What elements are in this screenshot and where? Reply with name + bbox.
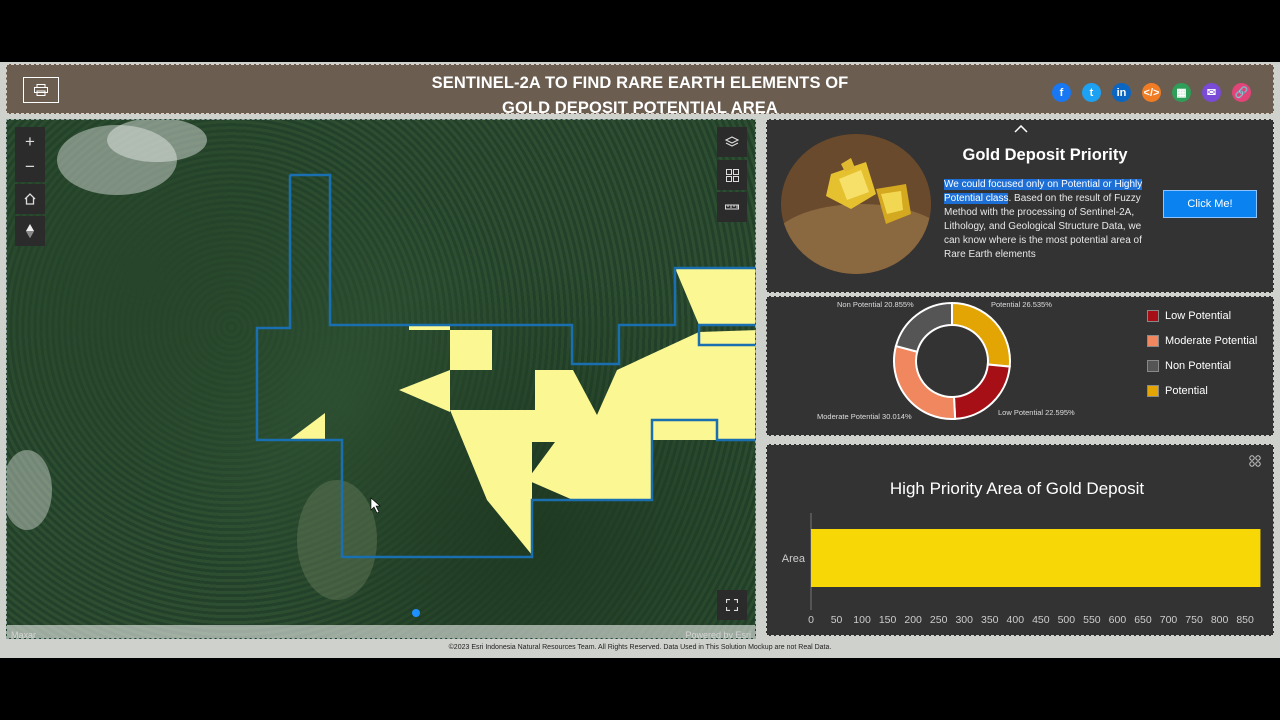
compass-button[interactable] — [15, 216, 45, 246]
facebook-icon[interactable]: f — [1052, 83, 1071, 102]
mouse-cursor — [370, 497, 381, 514]
legend-item[interactable]: Moderate Potential — [1147, 335, 1257, 347]
legend-swatch — [1147, 310, 1159, 322]
x-tick-label: 550 — [1083, 614, 1101, 626]
x-tick-label: 700 — [1160, 614, 1178, 626]
priority-title: Gold Deposit Priority — [962, 146, 1128, 164]
email-icon[interactable]: ✉ — [1202, 83, 1221, 102]
donut-slice-potential[interactable] — [951, 301, 1011, 368]
bar-chart: Area 0 50 100 150 200 250 300 350 400 450 500 550 600… — [782, 513, 1261, 626]
donut-slice-non[interactable] — [894, 301, 953, 353]
bar-area[interactable] — [811, 529, 1261, 587]
cloud — [107, 120, 207, 162]
category-label: Area — [782, 553, 806, 565]
location-dot — [412, 609, 420, 617]
high-priority-area-panel: High Priority Area of Gold Deposit Area 0… — [766, 444, 1274, 636]
header-bar: SENTINEL-2A TO FIND RARE EARTH ELEMENTS … — [6, 64, 1274, 117]
x-tick-label: 100 — [853, 614, 871, 626]
x-tick-label: 50 — [831, 614, 843, 626]
link-icon[interactable]: 🔗 — [1232, 83, 1251, 102]
social-share-bar: f t in </> ▦ ✉ 🔗 — [1052, 83, 1251, 102]
x-tick-label: 250 — [930, 614, 948, 626]
x-tick-label: 500 — [1058, 614, 1076, 626]
label-potential: Potential 26.535% — [991, 300, 1052, 309]
linkedin-icon[interactable]: in — [1112, 83, 1131, 102]
priority-panel: Gold Deposit Priority We could focused o… — [766, 119, 1274, 293]
x-tick-label: 650 — [1134, 614, 1152, 626]
zoom-out-button[interactable]: − — [15, 152, 45, 182]
x-tick-label: 150 — [879, 614, 897, 626]
basemap-icon — [725, 168, 739, 182]
home-icon — [24, 193, 36, 205]
class-distribution-panel: Potential 26.535% Non Potential 20.855% … — [766, 296, 1274, 436]
footer-copyright: ©2023 Esri Indonesia Natural Resources T… — [448, 644, 832, 651]
gold-nugget-image — [781, 134, 931, 274]
qr-code-icon[interactable]: ▦ — [1172, 83, 1191, 102]
x-tick-label: 0 — [808, 614, 814, 626]
layer-list-button[interactable] — [717, 127, 747, 157]
label-non-potential: Non Potential 20.855% — [837, 300, 914, 309]
legend-swatch — [1147, 385, 1159, 397]
home-button[interactable] — [15, 184, 45, 214]
minus-icon: − — [25, 157, 35, 176]
legend-item[interactable]: Non Potential — [1147, 360, 1231, 372]
chevron-up-icon[interactable] — [1014, 125, 1028, 133]
clearing — [297, 480, 377, 600]
fullscreen-icon — [726, 599, 738, 611]
x-tick-label: 750 — [1185, 614, 1203, 626]
click-me-button[interactable]: Click Me! — [1163, 190, 1257, 218]
legend-label: Non Potential — [1165, 360, 1232, 372]
x-tick-label: 400 — [1007, 614, 1025, 626]
map-view[interactable]: + − Maxar Powered by Esri — [6, 119, 756, 639]
legend-swatch — [1147, 335, 1159, 347]
legend-label: Low Potential — [1165, 310, 1232, 322]
ruler-icon — [725, 204, 739, 210]
x-tick-label: 850 — [1236, 614, 1254, 626]
map-attribution-source: Maxar — [11, 630, 37, 639]
app-container: SENTINEL-2A TO FIND RARE EARTH ELEMENTS … — [0, 62, 1280, 658]
twitter-icon[interactable]: t — [1082, 83, 1101, 102]
x-tick-label: 600 — [1109, 614, 1127, 626]
map-overlay — [7, 120, 755, 617]
embed-icon[interactable]: </> — [1142, 83, 1161, 102]
legend-label: Moderate Potential — [1165, 335, 1258, 347]
x-tick-label: 350 — [981, 614, 999, 626]
x-tick-label: 800 — [1211, 614, 1229, 626]
legend-item[interactable]: Potential — [1147, 385, 1208, 397]
layers-icon — [725, 136, 739, 147]
legend-swatch — [1147, 360, 1159, 372]
fullscreen-button[interactable] — [717, 590, 747, 620]
x-tick-label: 300 — [955, 614, 973, 626]
plus-icon: + — [25, 132, 35, 151]
map-attribution-bar — [7, 625, 755, 638]
x-tick-label: 200 — [904, 614, 922, 626]
x-tick-label: 450 — [1032, 614, 1050, 626]
label-moderate-potential: Moderate Potential 30.014% — [817, 412, 912, 421]
basemap-gallery-button[interactable] — [717, 160, 747, 190]
legend-label: Potential — [1165, 385, 1208, 397]
map-attribution-powered[interactable]: Powered by Esri — [685, 630, 751, 638]
priority-description: We could focused only on Potential or Hi… — [944, 178, 1144, 262]
legend-item[interactable]: Low Potential — [1147, 310, 1231, 322]
measure-button[interactable] — [717, 192, 747, 222]
cloud — [7, 450, 52, 530]
compass-icon — [26, 224, 34, 238]
label-low-potential: Low Potential 22.595% — [998, 408, 1075, 417]
donut-slice-moderate[interactable] — [893, 344, 957, 420]
